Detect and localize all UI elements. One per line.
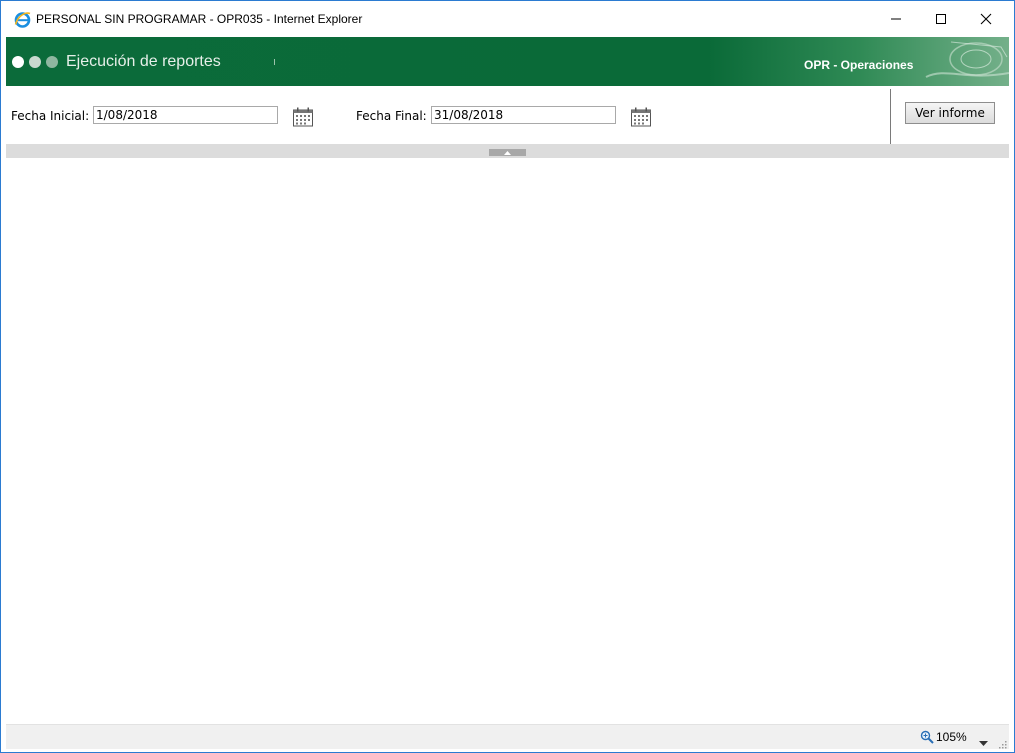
fecha-final-label: Fecha Final: [356, 109, 427, 123]
resize-grip-icon[interactable] [997, 736, 1007, 749]
collapse-parameters-button[interactable] [489, 149, 526, 156]
ver-informe-button[interactable]: Ver informe [905, 102, 995, 124]
zoom-icon [920, 730, 934, 744]
banner-artwork [925, 41, 1009, 78]
maximize-button[interactable] [918, 1, 964, 37]
zoom-level: 105% [936, 730, 967, 744]
app-banner: Ejecución de reportes OPR - Operaciones [6, 37, 1009, 86]
close-button[interactable] [963, 1, 1009, 37]
banner-divider [274, 59, 275, 65]
report-parameters: Fecha Inicial: Fecha Final: [6, 87, 1009, 144]
collapse-up-icon [504, 150, 511, 155]
zoom-dropdown-chevron-down-icon[interactable] [979, 734, 988, 746]
browser-window: PERSONAL SIN PROGRAMAR - OPR035 - Intern… [0, 0, 1015, 753]
banner-title: Ejecución de reportes [66, 53, 221, 70]
parameters-splitter [6, 144, 1009, 158]
fecha-final-calendar-icon[interactable] [630, 107, 652, 127]
toolbar-divider [890, 89, 891, 144]
internet-explorer-icon [14, 11, 31, 28]
status-bar: 105% [6, 724, 1009, 749]
report-viewer-area [6, 158, 1009, 724]
fecha-inicial-input[interactable] [93, 106, 278, 124]
banner-dot-icon [12, 56, 24, 68]
fecha-final-input[interactable] [431, 106, 616, 124]
fecha-inicial-label: Fecha Inicial: [11, 109, 90, 123]
minimize-button[interactable] [873, 1, 919, 37]
banner-dot-icon [46, 56, 58, 68]
module-name: OPR - Operaciones [804, 58, 914, 72]
title-bar: PERSONAL SIN PROGRAMAR - OPR035 - Intern… [1, 1, 1014, 37]
window-title: PERSONAL SIN PROGRAMAR - OPR035 - Intern… [36, 12, 363, 26]
banner-dot-icon [29, 56, 41, 68]
fecha-inicial-calendar-icon[interactable] [292, 107, 314, 127]
